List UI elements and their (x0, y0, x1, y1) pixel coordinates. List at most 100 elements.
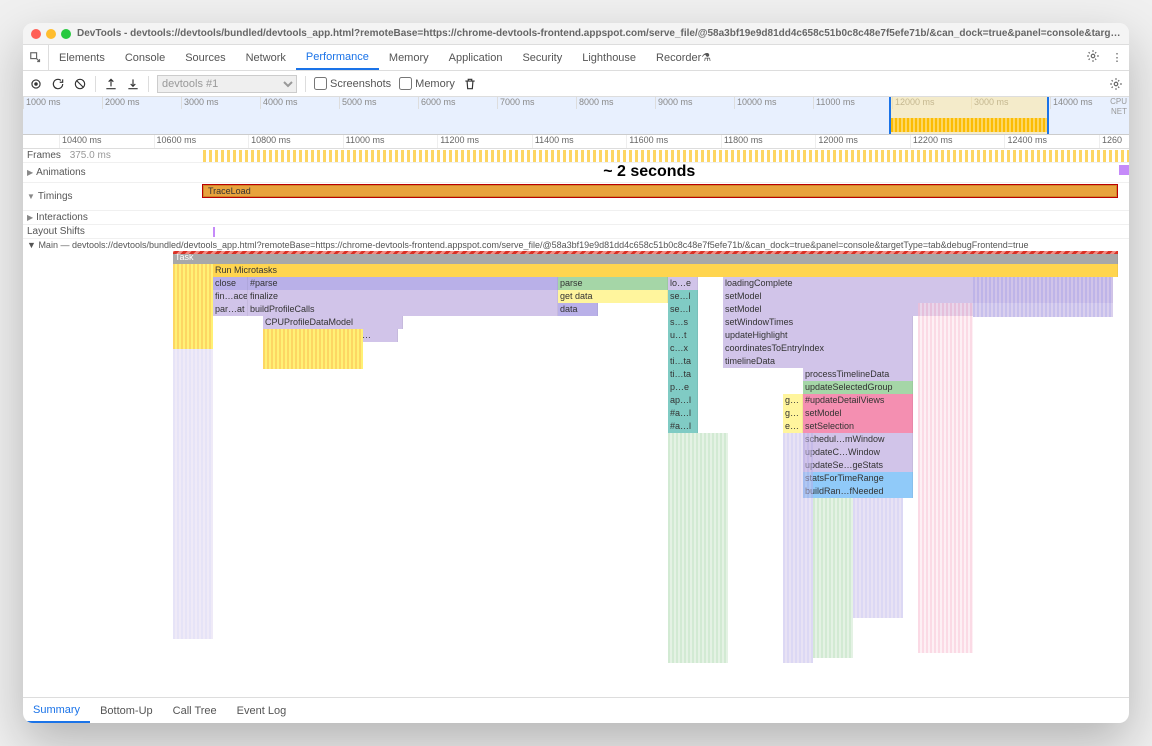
flame-span[interactable]: updateHighlight (723, 329, 913, 342)
expand-icon[interactable]: ▶ (27, 168, 33, 177)
flame-span[interactable]: finalize (248, 290, 558, 303)
flame-span[interactable]: processTimelineData (803, 368, 913, 381)
timeline-overview[interactable]: 1000 ms2000 ms3000 ms4000 ms5000 ms6000 … (23, 97, 1129, 135)
frames-bar (203, 150, 1129, 162)
flame-chart[interactable]: Task Run Microtasks close #parse parse l… (23, 251, 1129, 691)
flame-span[interactable]: #updateDetailViews (803, 394, 913, 407)
record-button[interactable] (29, 77, 43, 91)
flame-span[interactable]: i… (358, 329, 398, 342)
flame-span[interactable]: setModel (803, 407, 913, 420)
panel-tabs: Elements Console Sources Network Perform… (23, 45, 1129, 71)
footer-tab-summary[interactable]: Summary (23, 698, 90, 723)
upload-button[interactable] (104, 77, 118, 91)
more-icon[interactable]: ⋮ (1105, 51, 1129, 64)
flame-span[interactable]: fin…ace (213, 290, 248, 303)
flame-span[interactable]: lo…e (668, 277, 698, 290)
screenshots-checkbox[interactable]: Screenshots (314, 77, 391, 90)
flame-stack (853, 498, 903, 618)
expand-icon[interactable]: ▶ (27, 213, 33, 222)
timings-track[interactable]: ▼Timings TraceLoad (23, 183, 1129, 211)
flame-span[interactable]: ti…ta (668, 355, 698, 368)
flame-stack (173, 264, 213, 349)
flame-span[interactable]: ap…l (668, 394, 698, 407)
clear-button[interactable] (73, 77, 87, 91)
recording-select[interactable]: devtools #1 (157, 75, 297, 93)
flame-span[interactable]: schedul…mWindow (803, 433, 913, 446)
tab-network[interactable]: Network (236, 45, 296, 70)
details-tabs: Summary Bottom-Up Call Tree Event Log (23, 697, 1129, 723)
flame-span[interactable]: e… (783, 420, 803, 433)
inspect-element-icon[interactable] (23, 45, 49, 70)
flame-span[interactable]: #a…l (668, 420, 698, 433)
download-button[interactable] (126, 77, 140, 91)
flame-span[interactable]: close (213, 277, 248, 290)
minimize-window-icon[interactable] (46, 29, 56, 39)
flame-span[interactable]: #parse (248, 277, 558, 290)
annotation-text: ~ 2 seconds (603, 163, 695, 181)
flame-span[interactable]: p…e (668, 381, 698, 394)
close-window-icon[interactable] (31, 29, 41, 39)
animation-event (1119, 165, 1129, 175)
flame-span[interactable]: g… (783, 394, 803, 407)
flame-span[interactable]: u…t (668, 329, 698, 342)
flame-span[interactable]: se…l (668, 303, 698, 316)
reload-button[interactable] (51, 77, 65, 91)
tab-security[interactable]: Security (512, 45, 572, 70)
flame-span[interactable]: se…l (668, 290, 698, 303)
footer-tab-bottomup[interactable]: Bottom-Up (90, 698, 163, 723)
flame-span[interactable]: buildRan…fNeeded (803, 485, 913, 498)
tab-performance[interactable]: Performance (296, 45, 379, 70)
tab-memory[interactable]: Memory (379, 45, 439, 70)
tab-elements[interactable]: Elements (49, 45, 115, 70)
memory-checkbox[interactable]: Memory (399, 77, 455, 90)
tab-lighthouse[interactable]: Lighthouse (572, 45, 646, 70)
flame-span[interactable]: parse (558, 277, 668, 290)
traceload-span[interactable]: TraceLoad (203, 185, 1117, 197)
window-titlebar: DevTools - devtools://devtools/bundled/d… (23, 23, 1129, 45)
flame-stack (973, 277, 1113, 317)
window-controls[interactable] (31, 29, 71, 39)
flame-span[interactable]: s…s (668, 316, 698, 329)
footer-tab-calltree[interactable]: Call Tree (163, 698, 227, 723)
flame-ruler[interactable]: 10400 ms10600 ms10800 ms11000 ms11200 ms… (23, 135, 1129, 149)
flame-span[interactable]: par…at (213, 303, 248, 316)
flame-stack (918, 303, 973, 653)
maximize-window-icon[interactable] (61, 29, 71, 39)
tab-recorder[interactable]: Recorder ⚗ (646, 45, 721, 70)
capture-settings-icon[interactable] (1109, 77, 1123, 91)
layout-shifts-track[interactable]: Layout Shifts (23, 225, 1129, 239)
trash-button[interactable] (463, 77, 477, 91)
flame-span[interactable]: coordinatesToEntryIndex (723, 342, 913, 355)
tracks-panel[interactable]: Frames 375.0 ms ▶Animations ~ 2 seconds … (23, 149, 1129, 697)
flame-span[interactable]: updateC…Window (803, 446, 913, 459)
flame-span[interactable]: statsForTimeRange (803, 472, 913, 485)
flame-span[interactable]: setWindowTimes (723, 316, 913, 329)
footer-tab-eventlog[interactable]: Event Log (227, 698, 297, 723)
flame-span[interactable]: setSelection (803, 420, 913, 433)
flame-span[interactable]: updateSelectedGroup (803, 381, 913, 394)
overview-selection[interactable] (889, 97, 1049, 134)
animations-track[interactable]: ▶Animations ~ 2 seconds (23, 163, 1129, 183)
flame-stack (173, 349, 213, 639)
flame-microtasks[interactable]: Run Microtasks (213, 264, 1118, 277)
flame-span[interactable]: c…x (668, 342, 698, 355)
main-thread-label[interactable]: ▼ Main — devtools://devtools/bundled/dev… (23, 239, 1129, 251)
flame-span[interactable]: ti…ta (668, 368, 698, 381)
flame-stack (668, 433, 728, 663)
settings-icon[interactable] (1081, 49, 1105, 66)
tab-application[interactable]: Application (439, 45, 513, 70)
collapse-icon[interactable]: ▼ (27, 192, 35, 201)
tab-sources[interactable]: Sources (175, 45, 235, 70)
flame-span[interactable]: g… (783, 407, 803, 420)
flame-span[interactable]: data (558, 303, 598, 316)
flame-span[interactable]: buildProfileCalls (248, 303, 558, 316)
flame-span[interactable]: updateSe…geStats (803, 459, 913, 472)
flame-span[interactable]: get data (558, 290, 668, 303)
flame-stack (783, 433, 813, 663)
flame-span[interactable]: #a…l (668, 407, 698, 420)
flame-span[interactable]: CPUProfileDataModel (263, 316, 403, 329)
tab-console[interactable]: Console (115, 45, 175, 70)
frames-track[interactable]: Frames 375.0 ms (23, 149, 1129, 163)
interactions-track[interactable]: ▶Interactions (23, 211, 1129, 225)
flame-span[interactable]: timelineData (723, 355, 913, 368)
